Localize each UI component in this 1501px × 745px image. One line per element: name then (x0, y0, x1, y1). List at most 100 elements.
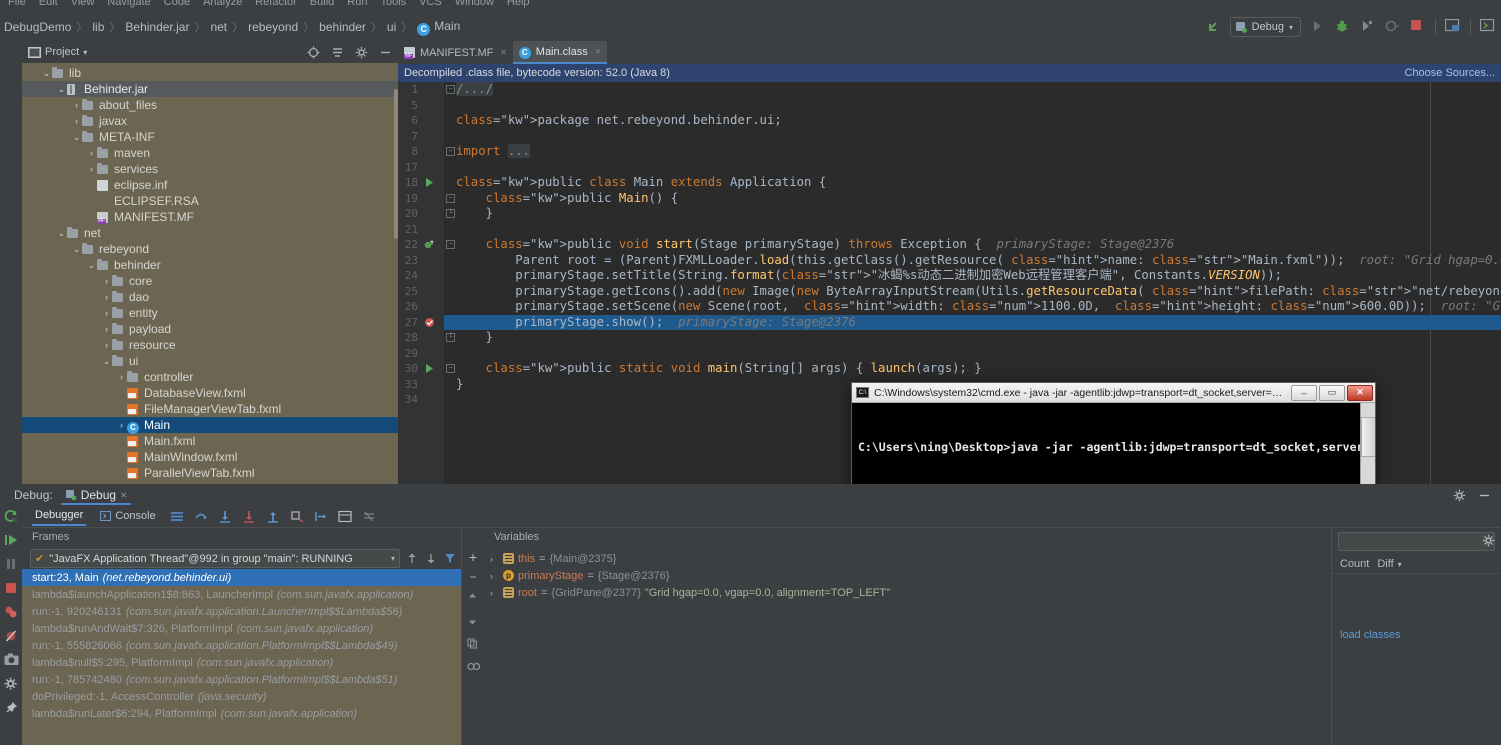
tree-node-eclipsef-rsa[interactable]: ECLIPSEF.RSA (22, 193, 398, 209)
frame-item[interactable]: doPrivileged:-1, AccessController (java.s… (22, 688, 461, 705)
frames-controls[interactable]: ✔ "JavaFX Application Thread"@992 in gro… (22, 548, 461, 569)
variable-row[interactable]: › root = {GridPane@2377} "Grid hgap=0.0, vga… (484, 584, 1331, 601)
memory-col-diff[interactable]: Diff (1369, 558, 1393, 570)
gear-icon[interactable] (355, 46, 368, 59)
run-toolbar[interactable]: Debug ▾ (1205, 13, 1496, 41)
choose-sources-link[interactable]: Choose Sources... (1405, 67, 1496, 79)
variable-row[interactable]: › this = {Main@2375} (484, 550, 1331, 567)
code-line-8[interactable]: import ... (444, 144, 1501, 160)
memory-search-input[interactable] (1338, 532, 1495, 551)
code-line-20[interactable]: } (444, 206, 1501, 222)
variables-list[interactable]: › this = {Main@2375} › p primaryStage = {Stage@2… (484, 548, 1331, 601)
remove-watch-button[interactable]: − (469, 571, 476, 583)
chevron-right-icon[interactable]: › (86, 148, 97, 158)
thread-selector[interactable]: ✔ "JavaFX Application Thread"@992 in gro… (30, 549, 400, 568)
locate-icon[interactable] (307, 46, 320, 59)
menu-item-code[interactable]: Code (164, 0, 190, 8)
tree-node-main-fxml[interactable]: Main.fxml (22, 433, 398, 449)
resume-icon[interactable] (4, 533, 19, 548)
menu-item-file[interactable]: File (8, 0, 26, 8)
evaluate-expression-icon[interactable] (338, 510, 352, 523)
chevron-down-icon[interactable]: ⌄ (86, 260, 97, 271)
run-with-coverage-icon[interactable] (1360, 19, 1376, 35)
code-line-22[interactable]: class="kw">public void start(Stage prima… (444, 237, 1501, 253)
step-over-icon[interactable] (194, 510, 207, 523)
code-line-5[interactable] (444, 98, 1501, 114)
fold-toggle-icon[interactable]: − (446, 240, 455, 249)
chevron-down-icon[interactable]: ▾ (1289, 23, 1293, 32)
step-out-icon[interactable] (266, 510, 279, 523)
stop-icon[interactable] (4, 581, 19, 596)
chevron-down-icon[interactable]: ⌄ (101, 356, 112, 367)
breadcrumb-item-ui[interactable]: ui (387, 20, 396, 34)
menu-item-run[interactable]: Run (347, 0, 367, 8)
tree-node-parallelviewtab-fxml[interactable]: ParallelViewTab.fxml (22, 465, 398, 481)
chevron-right-icon[interactable]: › (86, 164, 97, 174)
gutter-line-5[interactable]: 5 (398, 98, 444, 114)
chevron-down-icon[interactable]: ▾ (1394, 560, 1402, 569)
chevron-right-icon[interactable]: › (490, 588, 499, 598)
force-step-into-icon[interactable] (242, 510, 255, 523)
run-icon[interactable] (1310, 19, 1326, 35)
gutter-line-33[interactable]: 33 (398, 377, 444, 393)
method-marker-icon[interactable] (424, 239, 435, 250)
gutter-line-7[interactable]: 7 (398, 129, 444, 145)
scrollbar-thumb[interactable] (1361, 417, 1375, 457)
profile-icon[interactable] (1385, 19, 1401, 35)
frame-item[interactable]: lambda$runLater$6:294, PlatformImpl (com.… (22, 705, 461, 722)
tree-node-about-files[interactable]: › about_files (22, 97, 398, 113)
tree-node-manifest-mf[interactable]: MANIFEST.MF (22, 209, 398, 225)
tree-node-lib[interactable]: ⌄ lib (22, 65, 398, 81)
code-line-21[interactable] (444, 222, 1501, 238)
cmd-title-bar[interactable]: C:\ C:\Windows\system32\cmd.exe - java -… (852, 383, 1375, 403)
tree-node-entity[interactable]: › entity (22, 305, 398, 321)
pin-icon[interactable] (4, 701, 19, 716)
gutter-line-24[interactable]: 24 (398, 268, 444, 284)
breadcrumb-item-lib[interactable]: lib (92, 20, 104, 34)
console-icon[interactable] (1480, 19, 1496, 35)
run-configuration-selector[interactable]: Debug ▾ (1229, 17, 1301, 37)
gutter-line-17[interactable]: 17 (398, 160, 444, 176)
memory-col-count[interactable]: Count (1332, 558, 1369, 570)
rerun-icon[interactable] (4, 509, 19, 524)
gutter-line-8[interactable]: 8 (398, 144, 444, 160)
menu-item-tools[interactable]: Tools (380, 0, 406, 8)
tab-debugger[interactable]: Debugger (32, 507, 87, 526)
tab-debug[interactable]: Debug × (60, 486, 132, 505)
maximize-button[interactable]: ▭ (1319, 384, 1345, 401)
menu-item-window[interactable]: Window (455, 0, 494, 8)
tree-node-payload[interactable]: › payload (22, 321, 398, 337)
menu-item-refactor[interactable]: Refactor (255, 0, 297, 8)
frame-up-icon[interactable] (406, 552, 419, 565)
tree-node-core[interactable]: › core (22, 273, 398, 289)
frame-item[interactable]: run:-1, 920246131 (com.sun.javafx.applica… (22, 603, 461, 620)
menu-item-analyze[interactable]: Analyze (203, 0, 242, 8)
project-tree[interactable]: ⌄ lib ⌄ Behinder.jar › about_files › javax ⌄ META… (22, 63, 398, 484)
settings-icon[interactable] (4, 677, 19, 692)
code-line-6[interactable]: class="kw">package net.rebeyond.behinder… (444, 113, 1501, 129)
code-line-30[interactable]: class="kw">public static void main(Strin… (444, 361, 1501, 377)
layout-icon[interactable] (1445, 19, 1461, 35)
load-classes-link[interactable]: load classes (1332, 629, 1501, 641)
tree-node-eclipse-inf[interactable]: eclipse.inf (22, 177, 398, 193)
layout-settings-icon[interactable] (170, 510, 183, 523)
tree-node-ui[interactable]: ⌄ ui (22, 353, 398, 369)
gutter-line-1[interactable]: 1 (398, 82, 444, 98)
gutter-line-22[interactable]: 22 (398, 237, 444, 253)
tree-node-main[interactable]: › C Main (22, 417, 398, 434)
tree-node-services[interactable]: › services (22, 161, 398, 177)
chevron-right-icon[interactable]: › (101, 324, 112, 334)
gutter-line-28[interactable]: 28 (398, 330, 444, 346)
chevron-right-icon[interactable]: › (490, 571, 499, 581)
pause-icon[interactable] (4, 557, 19, 572)
breakpoints-icon[interactable] (4, 605, 19, 620)
chevron-right-icon[interactable]: › (116, 372, 127, 382)
tree-node-behinder-jar[interactable]: ⌄ Behinder.jar (22, 81, 398, 97)
collapse-all-icon[interactable] (331, 46, 344, 59)
tree-node-maven[interactable]: › maven (22, 145, 398, 161)
gutter-line-20[interactable]: 20 (398, 206, 444, 222)
breadcrumb-item-behinder[interactable]: behinder (319, 20, 366, 34)
chevron-down-icon[interactable]: ⌄ (71, 132, 82, 143)
chevron-down-icon[interactable]: ⌄ (56, 84, 67, 95)
tree-node-javax[interactable]: › javax (22, 113, 398, 129)
